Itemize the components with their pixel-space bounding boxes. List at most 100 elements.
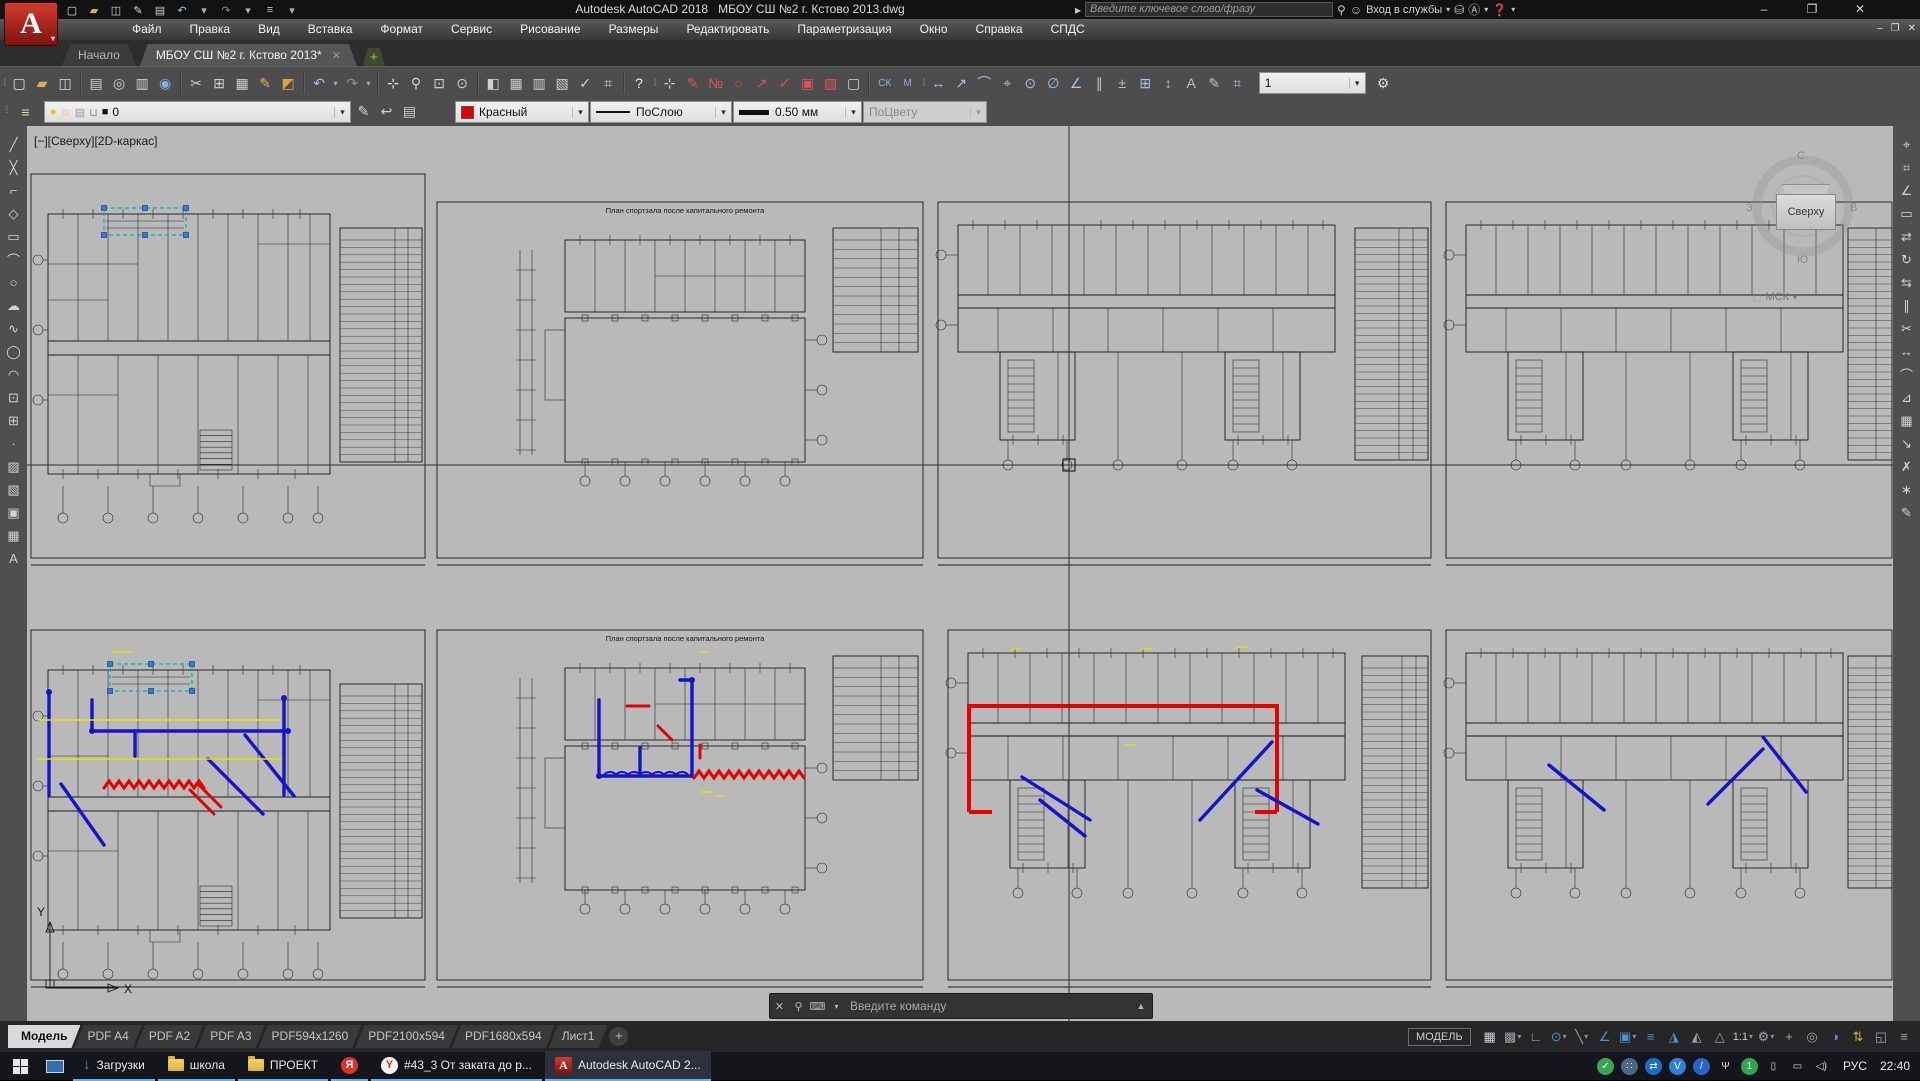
chevron-down-icon[interactable]: ▾ <box>572 107 588 118</box>
paste-icon[interactable]: ▦ <box>231 73 254 94</box>
chevron-right-icon[interactable]: ▸ <box>1075 3 1081 17</box>
chevron-down-icon[interactable]: ▾ <box>194 3 214 18</box>
chevron-down-icon[interactable]: ▾ <box>1770 1032 1774 1041</box>
chevron-down-icon[interactable]: ▾ <box>1517 1032 1521 1041</box>
close-icon[interactable]: ✕ <box>770 1000 789 1013</box>
dim-break-icon[interactable]: ↕ <box>1157 73 1180 94</box>
restore-button[interactable]: ❐ <box>1788 0 1836 18</box>
model-space-badge[interactable]: МОДЕЛЬ <box>1408 1028 1471 1046</box>
annotation-autoscale-icon[interactable]: ◭ <box>1687 1027 1707 1047</box>
object-color-combo[interactable]: Красный ▾ <box>455 101 589 123</box>
tab-current-drawing[interactable]: МБОУ СШ №2 г. Кстово 2013*✕ <box>140 44 357 66</box>
help-icon[interactable]: ? <box>628 73 651 94</box>
coord-msk-icon[interactable]: М <box>896 73 919 94</box>
layout-tab-pdf594x1260[interactable]: PDF594x1260 <box>259 1025 362 1048</box>
chevron-down-icon[interactable]: ▾ <box>715 107 731 118</box>
adjust-icon[interactable]: ⚙ <box>1372 73 1395 94</box>
new-tab-button[interactable]: + <box>363 48 385 66</box>
taskbar-folder-school[interactable]: школа <box>158 1051 235 1081</box>
save-as-icon[interactable]: ✎ <box>128 3 148 18</box>
redo-icon[interactable]: ↷ <box>216 3 236 18</box>
command-line[interactable]: ✕ ⚲ ⌨ ▾ Введите команду ▲ <box>769 993 1153 1019</box>
menu-спдс[interactable]: СПДС <box>1037 19 1099 40</box>
autocad-app-button[interactable]: A ▾ <box>4 2 58 46</box>
quickcalc-icon[interactable]: ⌗ <box>597 73 620 94</box>
chevron-down-icon[interactable]: ▾ <box>364 73 374 94</box>
polar-tracking-icon[interactable]: ⊙▾ <box>1549 1027 1569 1047</box>
menu-правка[interactable]: Правка <box>176 19 245 40</box>
layout-tab-pdf-a2[interactable]: PDF A2 <box>136 1025 203 1048</box>
crypto-icon[interactable]: ∷ <box>1621 1058 1638 1075</box>
markup-icon[interactable]: ✓ <box>574 73 597 94</box>
spds-leader-icon[interactable]: ↗ <box>750 73 773 94</box>
menu-справка[interactable]: Справка <box>962 19 1037 40</box>
app-store-cart-icon[interactable]: ⛁ <box>1454 3 1464 17</box>
plot-preview-icon[interactable]: ◎ <box>108 73 131 94</box>
defender-icon[interactable]: ✓ <box>1597 1058 1614 1075</box>
layer-previous-icon[interactable]: ↩ <box>375 101 398 122</box>
chevron-down-icon[interactable]: ▾ <box>334 107 350 118</box>
viewcube-ucs-menu[interactable]: ⬚ МСК ▾ <box>1753 291 1797 303</box>
toolbar-grip[interactable]: ⁞⁞ <box>5 105 7 116</box>
taskbar-autocad[interactable]: AAutodesk AutoCAD 2... <box>545 1051 711 1081</box>
open-file-icon[interactable]: ▰ <box>31 73 54 94</box>
vpn-shield-icon[interactable]: V <box>1669 1058 1686 1075</box>
chevron-down-icon[interactable]: ▾ <box>845 107 861 118</box>
new-file-icon[interactable]: ▢ <box>62 3 82 18</box>
new-layout-button[interactable]: + <box>609 1027 628 1046</box>
spds-axis-bubble-icon[interactable]: ○ <box>727 73 750 94</box>
layout-tab-pdf1680x594[interactable]: PDF1680x594 <box>452 1025 555 1048</box>
doc-restore-button[interactable]: ❐ <box>1891 19 1900 39</box>
doc-close-button[interactable]: ✕ <box>1908 19 1916 39</box>
open-file-icon[interactable]: ▰ <box>84 3 104 18</box>
start-button[interactable] <box>0 1052 40 1080</box>
close-icon[interactable]: ✕ <box>332 50 341 62</box>
menu-формат[interactable]: Формат <box>366 19 437 40</box>
close-button[interactable]: ✕ <box>1836 0 1884 18</box>
chevron-down-icon[interactable]: ▾ <box>1632 1032 1636 1041</box>
block-editor-icon[interactable]: ◩ <box>277 73 300 94</box>
dim-style-icon[interactable]: ⌗ <box>1226 73 1249 94</box>
clock[interactable]: 22:40 <box>1880 1059 1910 1073</box>
annotation-scale-icon[interactable]: △ <box>1710 1027 1730 1047</box>
pan-icon[interactable]: ⊹ <box>382 73 405 94</box>
spds-check-icon[interactable]: ✓ <box>773 73 796 94</box>
zoom-window-icon[interactable]: ⊡ <box>428 73 451 94</box>
chevron-down-icon[interactable]: ▾ <box>1563 1032 1567 1041</box>
graphics-performance-icon[interactable]: ◑ <box>1825 1027 1845 1047</box>
spds-sheet-icon[interactable]: ▢ <box>842 73 865 94</box>
publish-icon[interactable]: ▥ <box>131 73 154 94</box>
print-icon[interactable]: ▤ <box>150 3 170 18</box>
exchange-apps-icon[interactable]: Ⓐ <box>1468 1 1480 18</box>
undo-icon[interactable]: ↶ <box>308 73 331 94</box>
qat-customize-icon[interactable]: ≡ <box>260 3 280 18</box>
volume-icon[interactable]: ◁) <box>1813 1058 1830 1075</box>
toolbar-grip[interactable]: ⁞⁞ <box>654 78 656 89</box>
save-icon[interactable]: ◫ <box>54 73 77 94</box>
command-history-icon[interactable]: ▲ <box>1130 1001 1152 1011</box>
task-view-icon[interactable] <box>40 1052 70 1080</box>
osnap-tracking-icon[interactable]: ∠ <box>1595 1027 1615 1047</box>
layer-thaw-sun-icon[interactable]: ☼ <box>61 106 71 118</box>
menu-редактировать[interactable]: Редактировать <box>672 19 783 40</box>
dim-text-icon[interactable]: A <box>1180 73 1203 94</box>
spds-marker-icon[interactable]: ✎ <box>681 73 704 94</box>
chevron-down-icon[interactable]: ▾ <box>1749 1032 1753 1041</box>
lineweight-display-icon[interactable]: ≡ <box>1641 1027 1661 1047</box>
layout-tab-pdf-a3[interactable]: PDF A3 <box>197 1025 264 1048</box>
minimize-button[interactable]: – <box>1740 0 1788 18</box>
save-icon[interactable]: ◫ <box>106 3 126 18</box>
tab-start[interactable]: Начало <box>62 44 136 66</box>
layer-combo[interactable]: ● ☼ ▤ ⊔ ■ 0 ▾ <box>44 101 351 123</box>
properties-icon[interactable]: ◧ <box>482 73 505 94</box>
viewcube[interactable]: Сверху <box>1776 194 1836 230</box>
spds-number-icon[interactable]: № <box>704 73 727 94</box>
linetype-combo[interactable]: ПоСлою ▾ <box>590 101 732 123</box>
chevron-down-icon[interactable]: ▾ <box>1349 78 1365 89</box>
chevron-down-icon[interactable]: ▾ <box>238 3 258 18</box>
dim-baseline-icon[interactable]: ∥ <box>1088 73 1111 94</box>
object-snap-icon[interactable]: ▣▾ <box>1618 1027 1638 1047</box>
dim-aligned-icon[interactable]: ↗ <box>950 73 973 94</box>
layer-plot-printer-icon[interactable]: ▤ <box>75 106 85 119</box>
layer-unlock-icon[interactable]: ⊔ <box>89 106 98 119</box>
